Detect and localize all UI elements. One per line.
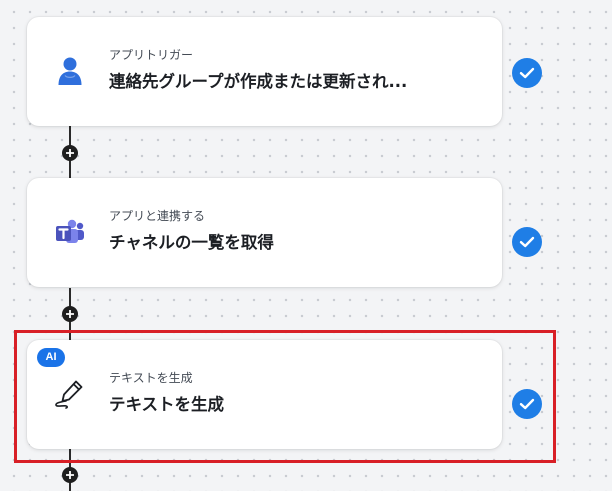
add-step-button[interactable] [62, 306, 78, 322]
step-title: 連絡先グループが作成または更新され... [109, 72, 408, 91]
ai-badge: AI [37, 348, 65, 367]
step-type-label: テキストを生成 [109, 371, 193, 385]
step-completed-check-icon [512, 58, 542, 88]
add-step-button[interactable] [62, 145, 78, 161]
user-contact-icon [54, 55, 86, 87]
plus-icon [66, 471, 74, 479]
pen-write-icon [54, 378, 86, 410]
flow-step-card-app-action[interactable]: アプリと連携する チャネルの一覧を取得 [27, 178, 502, 287]
add-step-button[interactable] [62, 467, 78, 483]
step-type-label: アプリと連携する [109, 209, 206, 223]
microsoft-teams-icon [54, 216, 86, 248]
step-title: テキストを生成 [109, 395, 225, 414]
flow-step-card-generate-text[interactable]: テキストを生成 テキストを生成 [27, 340, 502, 449]
step-completed-check-icon [512, 227, 542, 257]
flow-step-card-trigger[interactable]: アプリトリガー 連絡先グループが作成または更新され... [27, 17, 502, 126]
plus-icon [66, 149, 74, 157]
plus-icon [66, 310, 74, 318]
step-type-label: アプリトリガー [109, 48, 194, 62]
step-completed-check-icon [512, 389, 542, 419]
step-title: チャネルの一覧を取得 [109, 233, 274, 252]
